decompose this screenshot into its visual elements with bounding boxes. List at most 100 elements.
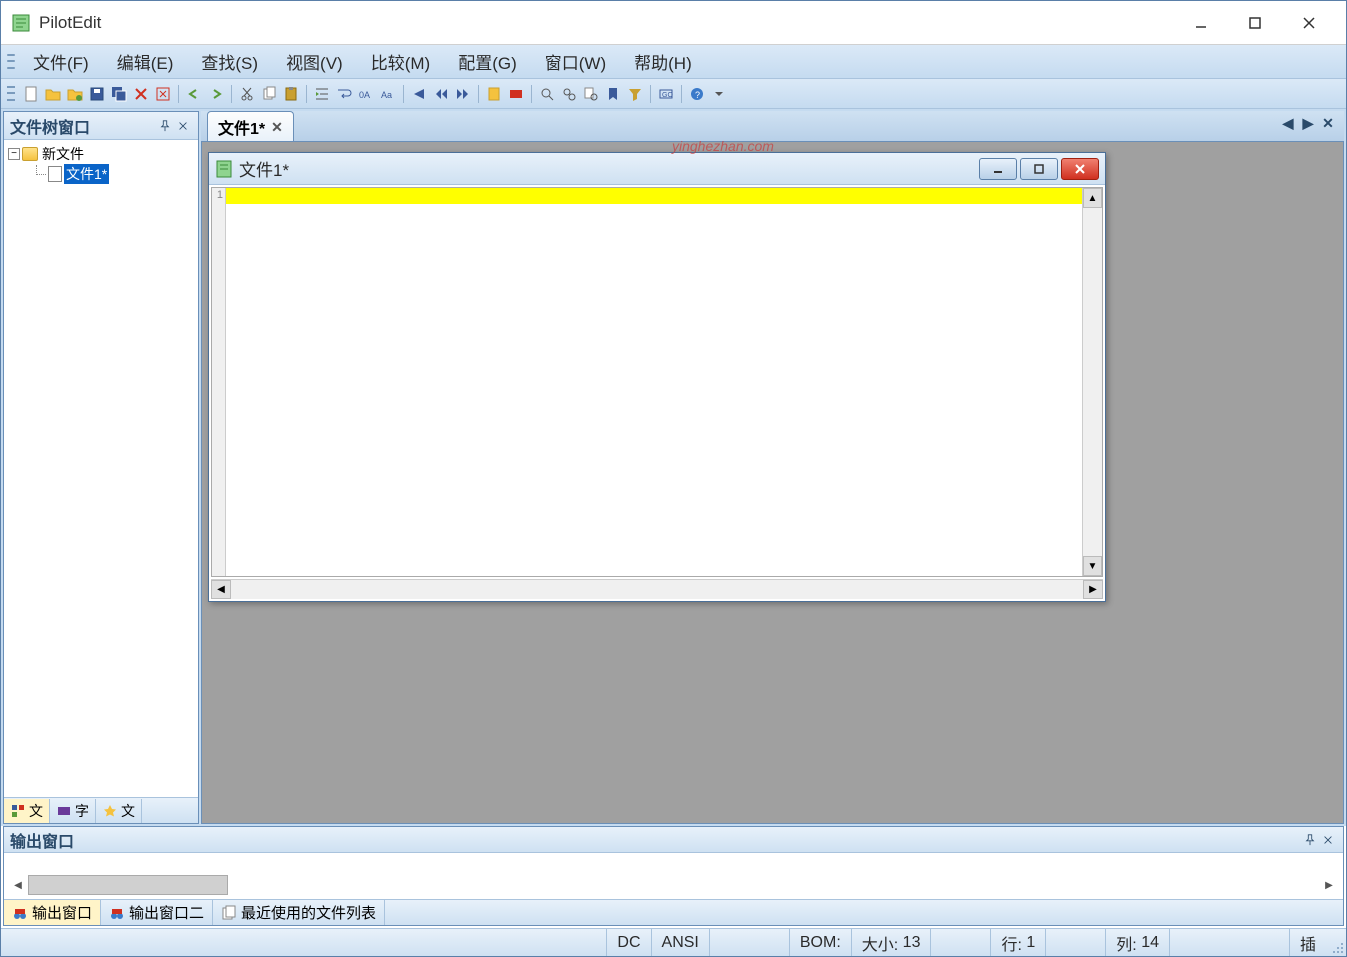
window-title: PilotEdit bbox=[39, 13, 1174, 33]
copy-icon[interactable] bbox=[259, 84, 279, 104]
file-tree-title: 文件树窗口 bbox=[10, 114, 156, 138]
status-size: 大小: 13 bbox=[851, 929, 931, 956]
document-body: 1 ▲ ▼ bbox=[211, 187, 1103, 577]
output-scroll-left-icon[interactable]: ◀ bbox=[8, 875, 28, 895]
tab-prev-icon[interactable]: ◀ bbox=[1280, 115, 1296, 131]
window-minimize-button[interactable] bbox=[1174, 7, 1228, 39]
status-insert: 插 bbox=[1289, 929, 1326, 956]
tab-close-icon[interactable]: ✕ bbox=[271, 119, 283, 136]
bookmark-icon[interactable] bbox=[603, 84, 623, 104]
svg-text:0A: 0A bbox=[359, 90, 370, 100]
document-window: 文件1* 1 ▲ ▼ bbox=[208, 152, 1106, 602]
document-titlebar[interactable]: 文件1* bbox=[209, 153, 1105, 185]
tree-child-row[interactable]: 文件1* bbox=[8, 164, 194, 184]
hscroll-track[interactable] bbox=[231, 580, 1083, 599]
menu-file[interactable]: 文件(F) bbox=[19, 45, 103, 78]
output-hscroll[interactable]: ◀ ▶ bbox=[8, 875, 1339, 895]
menu-config[interactable]: 配置(G) bbox=[444, 45, 531, 78]
menu-edit[interactable]: 编辑(E) bbox=[103, 45, 188, 78]
case-toggle-icon[interactable]: Aa bbox=[378, 84, 398, 104]
menubar-grip[interactable] bbox=[7, 52, 15, 72]
menu-search[interactable]: 查找(S) bbox=[187, 45, 272, 78]
output-tab-3[interactable]: 最近使用的文件列表 bbox=[213, 900, 385, 925]
window-close-button[interactable] bbox=[1282, 7, 1336, 39]
document-tab-label: 文件1* bbox=[218, 115, 265, 139]
output-tabs: 输出窗口 输出窗口二 最近使用的文件列表 bbox=[4, 899, 1343, 925]
output-tab-1[interactable]: 输出窗口 bbox=[4, 900, 101, 925]
editor-area: 文件1* ✕ ◀ ▶ ✕ yinghezhan.com 文件1* bbox=[201, 111, 1344, 824]
text-editor[interactable] bbox=[226, 188, 1082, 576]
document-title: 文件1* bbox=[239, 156, 979, 181]
scroll-up-icon[interactable]: ▲ bbox=[1083, 188, 1102, 208]
paste-icon[interactable] bbox=[281, 84, 301, 104]
output-scroll-thumb[interactable] bbox=[28, 875, 228, 895]
output-close-icon[interactable] bbox=[1319, 831, 1337, 849]
menu-view[interactable]: 视图(V) bbox=[272, 45, 357, 78]
vscroll-track[interactable] bbox=[1083, 208, 1102, 556]
window-maximize-button[interactable] bbox=[1228, 7, 1282, 39]
close-file-icon[interactable] bbox=[153, 84, 173, 104]
tab-next-icon[interactable]: ▶ bbox=[1300, 115, 1316, 131]
fast-back-icon[interactable] bbox=[431, 84, 451, 104]
redo-icon[interactable] bbox=[206, 84, 226, 104]
save-icon[interactable] bbox=[87, 84, 107, 104]
new-file-icon[interactable] bbox=[21, 84, 41, 104]
status-encoding[interactable]: ANSI bbox=[651, 929, 709, 956]
resize-grip-icon[interactable] bbox=[1326, 929, 1346, 956]
doc-close-button[interactable] bbox=[1061, 158, 1099, 180]
tool-icon-red[interactable] bbox=[506, 84, 526, 104]
output-tab-2[interactable]: 输出窗口二 bbox=[101, 900, 213, 925]
status-bar: DC ANSI BOM: 大小: 13 行: 1 列: 14 插 bbox=[1, 928, 1346, 956]
find-replace-icon[interactable] bbox=[559, 84, 579, 104]
find-in-files-icon[interactable] bbox=[581, 84, 601, 104]
tab-close-all-icon[interactable]: ✕ bbox=[1320, 115, 1336, 131]
tree-collapse-icon[interactable]: − bbox=[8, 148, 20, 160]
scroll-down-icon[interactable]: ▼ bbox=[1083, 556, 1102, 576]
document-tab[interactable]: 文件1* ✕ bbox=[207, 111, 294, 142]
sidebar-tab-1[interactable]: 文 bbox=[4, 799, 50, 823]
goto-icon[interactable]: GO bbox=[656, 84, 676, 104]
close-panel-icon[interactable] bbox=[174, 117, 192, 135]
wordwrap-icon[interactable] bbox=[334, 84, 354, 104]
horizontal-scrollbar[interactable]: ◀ ▶ bbox=[211, 579, 1103, 599]
delete-icon[interactable] bbox=[131, 84, 151, 104]
open-folder-icon[interactable] bbox=[65, 84, 85, 104]
file-icon bbox=[48, 166, 62, 182]
output-tab3-icon bbox=[221, 905, 237, 921]
sidebar-tab-3[interactable]: 文 bbox=[96, 799, 142, 823]
dropdown-arrow-icon[interactable] bbox=[709, 84, 729, 104]
menu-help[interactable]: 帮助(H) bbox=[620, 45, 706, 78]
file-tree[interactable]: − 新文件 文件1* bbox=[4, 140, 198, 797]
doc-maximize-button[interactable] bbox=[1020, 158, 1058, 180]
open-file-icon[interactable] bbox=[43, 84, 63, 104]
doc-minimize-button[interactable] bbox=[979, 158, 1017, 180]
hex-toggle-icon[interactable]: 0A bbox=[356, 84, 376, 104]
filter-icon[interactable] bbox=[625, 84, 645, 104]
indent-icon[interactable] bbox=[312, 84, 332, 104]
output-panel: 输出窗口 ◀ ▶ 输出窗口 输出窗口二 最近使用的文件列表 bbox=[3, 826, 1344, 926]
pin-icon[interactable] bbox=[156, 117, 174, 135]
tree-root-row[interactable]: − 新文件 bbox=[8, 144, 194, 164]
char-tab-icon bbox=[56, 803, 72, 819]
output-tab2-icon bbox=[109, 905, 125, 921]
output-pin-icon[interactable] bbox=[1301, 831, 1319, 849]
help-icon[interactable]: ? bbox=[687, 84, 707, 104]
cut-icon[interactable] bbox=[237, 84, 257, 104]
find-icon[interactable] bbox=[537, 84, 557, 104]
save-all-icon[interactable] bbox=[109, 84, 129, 104]
vertical-scrollbar[interactable]: ▲ ▼ bbox=[1082, 188, 1102, 576]
fast-forward-icon[interactable] bbox=[453, 84, 473, 104]
app-icon bbox=[11, 13, 31, 33]
output-body[interactable]: ◀ ▶ bbox=[4, 853, 1343, 899]
run-icon[interactable] bbox=[409, 84, 429, 104]
calc-icon[interactable] bbox=[484, 84, 504, 104]
menu-compare[interactable]: 比较(M) bbox=[357, 45, 444, 78]
undo-icon[interactable] bbox=[184, 84, 204, 104]
toolbar-grip[interactable] bbox=[7, 84, 15, 104]
sidebar-tab-2[interactable]: 字 bbox=[50, 799, 96, 823]
scroll-right-icon[interactable]: ▶ bbox=[1083, 580, 1103, 599]
menu-window[interactable]: 窗口(W) bbox=[531, 45, 620, 78]
status-bom: BOM: bbox=[789, 929, 851, 956]
scroll-left-icon[interactable]: ◀ bbox=[211, 580, 231, 599]
output-scroll-right-icon[interactable]: ▶ bbox=[1319, 875, 1339, 895]
